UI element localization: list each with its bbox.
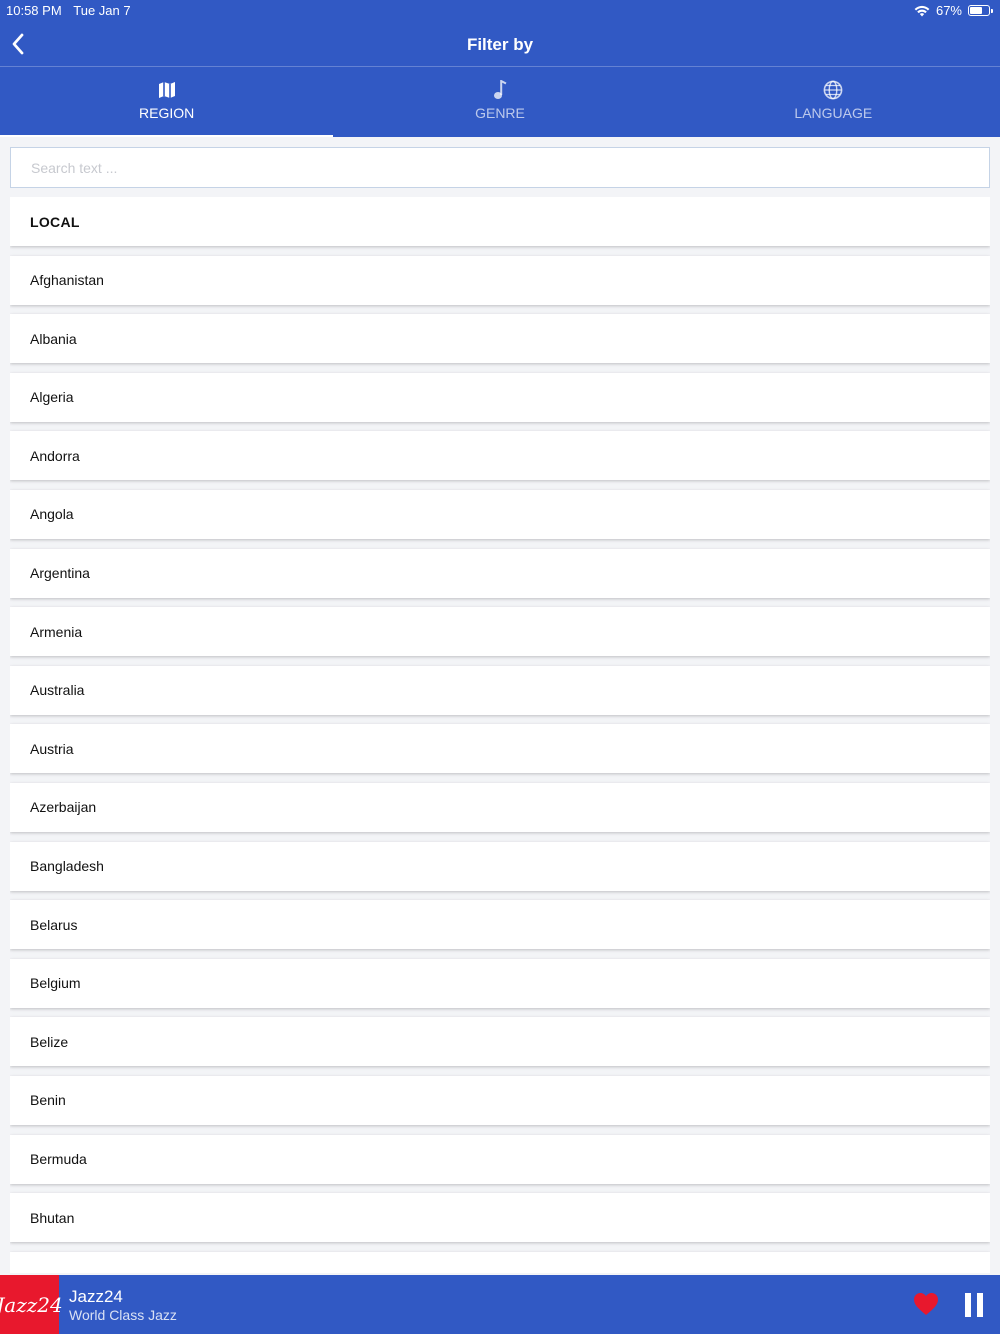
list-item[interactable]: Algeria xyxy=(10,372,990,422)
list-item[interactable]: Argentina xyxy=(10,548,990,598)
list-item-label: Benin xyxy=(30,1092,66,1109)
list-item[interactable]: Bangladesh xyxy=(10,841,990,891)
list-item[interactable]: Austria xyxy=(10,724,990,774)
tab-genre-label: GENRE xyxy=(475,105,525,121)
list-item[interactable]: Bhutan xyxy=(10,1193,990,1243)
list-item-label: Belarus xyxy=(30,916,78,933)
battery-percent: 67% xyxy=(935,3,962,18)
list-item[interactable]: Azerbaijan xyxy=(10,782,990,832)
map-icon xyxy=(158,79,176,101)
list-item-label: Belize xyxy=(30,1033,69,1050)
list-item[interactable]: Belize xyxy=(10,1017,990,1067)
list-item[interactable]: Belarus xyxy=(10,900,990,950)
list-item[interactable]: Angola xyxy=(10,489,990,539)
tab-language-label: LANGUAGE xyxy=(794,105,873,121)
tab-language[interactable]: LANGUAGE xyxy=(667,67,1000,137)
music-note-icon xyxy=(493,79,507,101)
list-item-label: Austria xyxy=(30,740,74,757)
tab-bar: REGION GENRE LANGUAGE xyxy=(0,67,1000,137)
list-item-label: Algeria xyxy=(30,389,74,406)
status-time: 10:58 PM xyxy=(6,3,62,18)
globe-icon xyxy=(823,79,843,101)
status-date: Tue Jan 7 xyxy=(73,3,131,18)
list-item[interactable]: Albania xyxy=(10,314,990,364)
station-subtitle: World Class Jazz xyxy=(69,1307,177,1323)
list-item-label: Bhutan xyxy=(30,1209,75,1226)
list-item-label: Afghanistan xyxy=(30,272,104,289)
list-item[interactable]: Belgium xyxy=(10,958,990,1008)
list-item[interactable]: Andorra xyxy=(10,431,990,481)
tab-region-label: REGION xyxy=(139,105,195,121)
station-name: Jazz24 xyxy=(69,1287,123,1306)
list-item-label: Armenia xyxy=(30,623,83,640)
pause-bar-right xyxy=(977,1293,983,1317)
pause-button[interactable] xyxy=(961,1293,987,1317)
list-item-label: Angola xyxy=(30,506,74,523)
list-item[interactable]: Afghanistan xyxy=(10,255,990,305)
list-item-label: Australia xyxy=(30,682,85,699)
list-item[interactable]: Benin xyxy=(10,1075,990,1125)
list-item-label: Albania xyxy=(30,330,77,347)
nav-bar: Filter by xyxy=(0,22,1000,67)
station-artwork: Jazz24 xyxy=(0,1275,63,1334)
pause-bar-left xyxy=(965,1293,971,1317)
list-item-label: Argentina xyxy=(30,565,90,582)
wifi-icon xyxy=(914,5,930,16)
list-item[interactable]: Armenia xyxy=(10,607,990,657)
list-item-local[interactable]: LOCAL xyxy=(10,197,990,246)
list-item-label: LOCAL xyxy=(30,213,80,230)
list-item[interactable]: Australia xyxy=(10,665,990,715)
favorite-heart-icon[interactable] xyxy=(913,1292,939,1316)
list-item-label: Bangladesh xyxy=(30,858,104,875)
tab-genre[interactable]: GENRE xyxy=(333,67,666,137)
list-item-label: Azerbaijan xyxy=(30,799,97,816)
region-list: LOCAL Afghanistan Albania Algeria Andorra Ang… xyxy=(10,197,990,1273)
status-bar: 10:58 PM Tue Jan 7 67% xyxy=(0,0,1000,22)
list-item[interactable]: Bermuda xyxy=(10,1134,990,1184)
list-item-label: Bermuda xyxy=(30,1151,87,1167)
list-item-label: Belgium xyxy=(30,975,81,992)
list-item[interactable] xyxy=(10,1251,990,1273)
list-item-label: Andorra xyxy=(30,447,80,464)
page-title: Filter by xyxy=(466,35,534,54)
battery-icon xyxy=(968,5,993,16)
now-playing-bar[interactable]: Jazz24 Jazz24 World Class Jazz xyxy=(0,1275,1000,1334)
tab-region[interactable]: REGION xyxy=(0,67,334,137)
search-input[interactable] xyxy=(10,147,990,188)
